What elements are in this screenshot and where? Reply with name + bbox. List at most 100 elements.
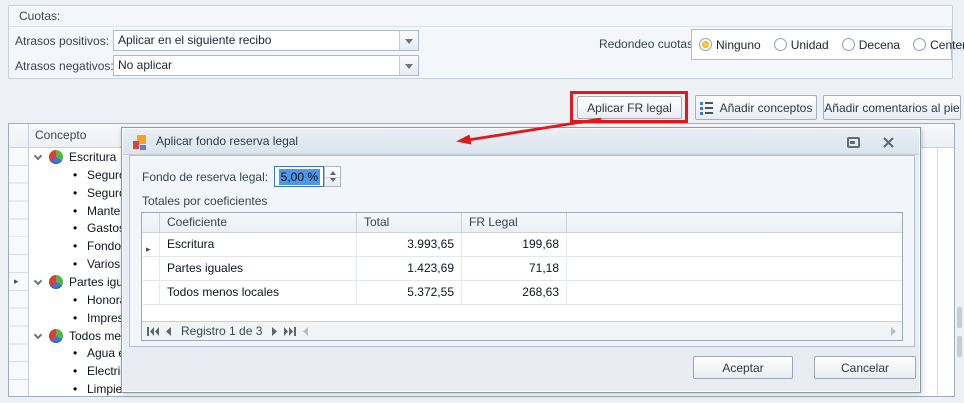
coeficiente-cell: Partes iguales [160, 257, 357, 280]
gutter-header-cell [9, 124, 29, 148]
empty-cell [567, 233, 902, 256]
last-record-button[interactable] [284, 327, 296, 336]
tree-node-label: Gastos [87, 219, 125, 237]
prev-record-button[interactable] [165, 327, 171, 336]
bullet-icon: • [73, 362, 77, 380]
gutter-cell: ▸ [142, 233, 160, 256]
group-separator [9, 26, 952, 27]
bullet-icon: • [73, 237, 77, 255]
dropdown-button[interactable] [399, 31, 418, 50]
fr-legal-cell: 268,63 [462, 281, 567, 304]
radio-icon [913, 38, 926, 51]
totales-group-label: Totales por coeficientes [142, 194, 267, 211]
aceptar-button[interactable]: Aceptar [693, 356, 793, 379]
dropdown-button[interactable] [399, 56, 418, 75]
spin-down-icon[interactable] [330, 178, 336, 182]
grid-header-row: Coeficiente Total FR Legal [142, 213, 902, 233]
spinner-buttons[interactable] [324, 166, 341, 187]
pie-chart-icon [49, 329, 63, 343]
chevron-down-icon [405, 39, 413, 44]
redondeo-cuotas-label: Redondeo cuotas: [599, 34, 696, 55]
tree-node-label: Todos men [69, 327, 128, 345]
radio-ninguno[interactable]: Ninguno [699, 38, 761, 52]
collapse-chevron-icon[interactable] [34, 330, 42, 338]
dialog-titlebar[interactable]: Aplicar fondo reserva legal [123, 129, 919, 155]
atrasos-negativos-value: No aplicar [118, 56, 398, 75]
radio-icon [842, 38, 855, 51]
radio-label: Ninguno [716, 38, 761, 52]
aplicar-fondo-reserva-dialog: Aplicar fondo reserva legal Fondo de res… [121, 127, 921, 393]
bullet-icon: • [73, 219, 77, 237]
scroll-right-button[interactable] [891, 327, 897, 336]
app-screen: Cuotas: Atrasos positivos: Aplicar en el… [0, 0, 964, 403]
gutter-cell [142, 257, 160, 280]
radio-decena[interactable]: Decena [842, 38, 900, 52]
anadir-comentarios-button[interactable]: Añadir comentarios al pie [823, 95, 961, 120]
bullet-icon: • [73, 255, 77, 273]
concepto-column-header[interactable]: Concepto [35, 124, 86, 147]
row-indicator-icon: ▸ [14, 276, 19, 287]
fr-legal-cell: 71,18 [462, 257, 567, 280]
collapse-chevron-icon[interactable] [34, 152, 42, 160]
redondeo-radio-group: Ninguno Unidad Decena Centena [691, 29, 952, 60]
scroll-left-button[interactable] [302, 327, 308, 336]
chevron-down-icon [405, 64, 413, 69]
anadir-conceptos-button[interactable]: Añadir conceptos [695, 95, 817, 120]
record-counter: Registro 1 de 3 [181, 324, 262, 338]
radio-selected-icon [699, 38, 712, 51]
collapse-chevron-icon[interactable] [34, 277, 42, 285]
list-icon [700, 102, 713, 114]
total-cell: 5.372,55 [357, 281, 462, 304]
radio-label: Centena [930, 38, 964, 52]
total-column-header[interactable]: Total [357, 213, 462, 232]
bullet-icon: • [73, 309, 77, 327]
atrasos-positivos-value: Aplicar en el siguiente recibo [118, 31, 398, 50]
pie-chart-icon [49, 150, 63, 164]
record-navigator: Registro 1 de 3 [142, 321, 902, 340]
total-cell: 1.423,69 [357, 257, 462, 280]
button-label: Aplicar FR legal [587, 101, 672, 115]
coeficiente-cell: Escritura [160, 233, 357, 256]
vertical-scrollbar-track[interactable] [957, 336, 962, 357]
restore-window-icon[interactable] [847, 137, 860, 148]
radio-centena[interactable]: Centena [913, 38, 964, 52]
fr-legal-column-header[interactable]: FR Legal [462, 213, 567, 232]
tree-node-label: Escritura [69, 148, 116, 166]
atrasos-negativos-label: Atrasos negativos: [15, 56, 114, 77]
aplicar-fr-legal-button[interactable]: Aplicar FR legal [577, 96, 682, 119]
table-row[interactable]: ▸ Escritura 3.993,65 199,68 [142, 233, 902, 257]
button-label: Cancelar [841, 361, 889, 375]
radio-unidad[interactable]: Unidad [774, 38, 829, 52]
fondo-reserva-value: 5,00 % [279, 169, 320, 185]
radio-label: Decena [859, 38, 900, 52]
spin-up-icon[interactable] [330, 171, 336, 175]
button-label: Añadir conceptos [720, 101, 813, 115]
bullet-icon: • [73, 202, 77, 220]
atrasos-positivos-label: Atrasos positivos: [15, 31, 109, 52]
empty-column-header [567, 213, 902, 232]
fondo-reserva-label: Fondo de reserva legal: [142, 167, 268, 188]
empty-cell [567, 281, 902, 304]
close-icon[interactable] [882, 136, 895, 149]
tree-node-label: Varios [87, 255, 120, 273]
button-label: Añadir comentarios al pie [824, 101, 959, 115]
dialog-app-icon [133, 134, 149, 150]
coeficiente-column-header[interactable]: Coeficiente [160, 213, 357, 232]
gutter-cell [142, 281, 160, 304]
bullet-icon: • [73, 344, 77, 362]
total-cell: 3.993,65 [357, 233, 462, 256]
next-record-button[interactable] [272, 327, 278, 336]
bullet-icon: • [73, 166, 77, 184]
radio-icon [774, 38, 787, 51]
cuotas-groupbox: Cuotas: Atrasos positivos: Aplicar en el… [8, 5, 953, 79]
button-label: Aceptar [722, 361, 763, 375]
atrasos-positivos-combobox[interactable]: Aplicar en el siguiente recibo [113, 30, 419, 51]
vertical-scrollbar-thumb[interactable] [957, 307, 962, 328]
fondo-reserva-input[interactable]: 5,00 % [274, 166, 324, 187]
cancelar-button[interactable]: Cancelar [814, 356, 916, 379]
table-row[interactable]: Todos menos locales 5.372,55 268,63 [142, 281, 902, 305]
atrasos-negativos-combobox[interactable]: No aplicar [113, 55, 419, 76]
dialog-title: Aplicar fondo reserva legal [156, 129, 298, 154]
first-record-button[interactable] [147, 327, 159, 336]
table-row[interactable]: Partes iguales 1.423,69 71,18 [142, 257, 902, 281]
